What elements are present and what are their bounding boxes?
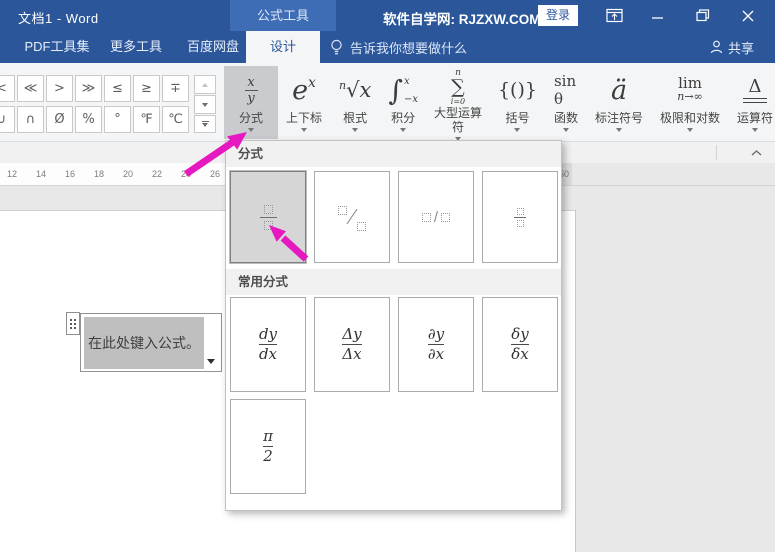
equation-structures-group: ex 上下标 n√x 根式 ∫ x−x 积分 n∑i=0 大型运算符 {()} … (281, 66, 775, 139)
word-window: 文档1 - Word 公式工具 软件自学网: RJZXW.COM 登录 PDF工… (0, 0, 775, 552)
delta-glyph: ΔyΔx (342, 326, 361, 363)
radical-button[interactable]: n√x 根式 (334, 66, 376, 139)
ruler-number: 14 (33, 163, 49, 185)
restore-window-icon[interactable] (686, 0, 720, 31)
symbol-cell[interactable]: ≥ (133, 75, 160, 102)
equation-placeholder-box[interactable]: 在此处键入公式。 (80, 313, 222, 372)
common-fraction-smalldelta[interactable]: δyδx (482, 297, 558, 392)
symbol-cell[interactable]: ∩ (17, 106, 44, 133)
integral-icon: ∫ x−x (388, 69, 418, 111)
fraction-icon: xy (245, 69, 258, 111)
symbol-cell[interactable]: ℉ (133, 106, 160, 133)
fraction-dropdown-caret[interactable] (248, 128, 254, 132)
share-button[interactable]: 共享 (710, 31, 754, 63)
symbol-cell[interactable]: ≫ (75, 75, 102, 102)
document-title: 文档1 - Word (18, 8, 99, 27)
equation-move-handle[interactable] (66, 312, 80, 335)
common-fraction-dydx[interactable]: dydx (230, 297, 306, 392)
symbol-cell[interactable]: < (0, 75, 15, 102)
bracket-button[interactable]: {()} 括号 (493, 66, 542, 139)
symbol-cell[interactable]: ∓ (162, 75, 189, 102)
ruler-number: 12 (4, 163, 20, 185)
person-icon (710, 40, 723, 54)
pi-over-2-glyph: π2 (263, 428, 273, 465)
ruler-number: 24 (178, 163, 194, 185)
gallery-more-icon[interactable] (194, 115, 216, 133)
limit-icon: limn→∞ (677, 69, 702, 111)
equation-dropdown-icon[interactable] (203, 354, 219, 369)
function-button[interactable]: sin θ 函数 (549, 66, 583, 139)
close-icon[interactable] (731, 0, 765, 31)
tab-baidu-drive[interactable]: 百度网盘 (178, 31, 248, 63)
script-button[interactable]: ex 上下标 (281, 66, 327, 139)
function-icon: sin θ (554, 69, 578, 111)
login-button[interactable]: 登录 (538, 5, 578, 26)
tab-more-tools[interactable]: 更多工具 (103, 31, 169, 63)
symbol-cell[interactable]: > (46, 75, 73, 102)
fraction-template-small[interactable] (482, 171, 558, 263)
ruler-number: 26 (207, 163, 223, 185)
operator-button[interactable]: Δ 运算符 (732, 66, 775, 139)
accent-icon: ä (611, 69, 627, 111)
ruler-number: 16 (62, 163, 78, 185)
small-delta-glyph: δyδx (511, 326, 529, 363)
common-fraction-partial[interactable]: ∂y∂x (398, 297, 474, 392)
minimize-icon[interactable] (641, 0, 675, 31)
section-header-fraction: 分式 (226, 141, 561, 167)
ribbon-display-options-icon[interactable] (597, 0, 631, 31)
title-bar: 文档1 - Word 公式工具 软件自学网: RJZXW.COM 登录 (0, 0, 775, 31)
tab-pdf-tools[interactable]: PDF工具集 (18, 31, 96, 63)
ruler-number: 18 (91, 163, 107, 185)
large-operator-icon: n∑i=0 (451, 69, 465, 106)
stacked-fraction-glyph (260, 205, 277, 230)
ruler-number: 20 (120, 163, 136, 185)
equation-placeholder-fill: 在此处键入公式。 (84, 317, 204, 369)
ribbon-tab-bar: PDF工具集 更多工具 百度网盘 设计 告诉我你想要做什么 共享 (0, 31, 775, 63)
partial-glyph: ∂y∂x (428, 326, 444, 363)
symbol-cell[interactable]: % (75, 106, 102, 133)
gallery-scroll-up-icon[interactable] (194, 75, 216, 94)
symbol-cell[interactable]: Ø (46, 106, 73, 133)
fraction-template-linear[interactable]: / (398, 171, 474, 263)
symbol-cell[interactable]: ℃ (162, 106, 189, 133)
skewed-fraction-glyph (335, 201, 369, 233)
fraction-template-stacked[interactable] (230, 171, 306, 263)
contextual-tab-group: 公式工具 (230, 0, 336, 31)
radical-icon: n√x (339, 69, 371, 111)
equation-placeholder-text: 在此处键入公式。 (84, 333, 200, 353)
section-header-common: 常用分式 (226, 269, 561, 295)
promo-text: 软件自学网: RJZXW.COM (383, 8, 541, 28)
tell-me-box[interactable]: 告诉我你想要做什么 (330, 31, 467, 63)
symbol-cell[interactable]: ° (104, 106, 131, 133)
share-label: 共享 (728, 38, 754, 57)
integral-button[interactable]: ∫ x−x 积分 (383, 66, 423, 139)
tell-me-label: 告诉我你想要做什么 (350, 38, 467, 57)
bracket-icon: {()} (498, 69, 537, 111)
script-icon: ex (292, 69, 316, 111)
tab-design-active[interactable]: 设计 (246, 31, 320, 63)
symbol-cell[interactable]: ∪ (0, 106, 15, 133)
lightbulb-icon (330, 39, 343, 56)
dydx-glyph: dydx (259, 326, 277, 363)
limit-log-button[interactable]: limn→∞ 极限和对数 (655, 66, 725, 139)
small-fraction-glyph (514, 208, 526, 227)
symbol-cell[interactable]: ≤ (104, 75, 131, 102)
operator-icon: Δ (743, 69, 767, 111)
symbol-cell[interactable]: ≪ (17, 75, 44, 102)
fraction-template-skewed[interactable] (314, 171, 390, 263)
fraction-dropdown-panel: 分式 / 常用分式 dydx ΔyΔx ∂y∂x δyδx (225, 140, 562, 511)
ruler-number: 22 (149, 163, 165, 185)
common-fraction-delta[interactable]: ΔyΔx (314, 297, 390, 392)
accent-button[interactable]: ä 标注符号 (590, 66, 648, 139)
fraction-button[interactable]: xy 分式 (224, 66, 278, 139)
linear-fraction-glyph: / (422, 209, 450, 226)
common-fraction-pi2[interactable]: π2 (230, 399, 306, 494)
large-operator-button[interactable]: n∑i=0 大型运算符 (430, 66, 486, 139)
collapse-ribbon-icon[interactable] (746, 146, 766, 160)
divider (716, 145, 717, 160)
fraction-label: 分式 (239, 111, 263, 125)
gallery-scroll-down-icon[interactable] (194, 95, 216, 114)
